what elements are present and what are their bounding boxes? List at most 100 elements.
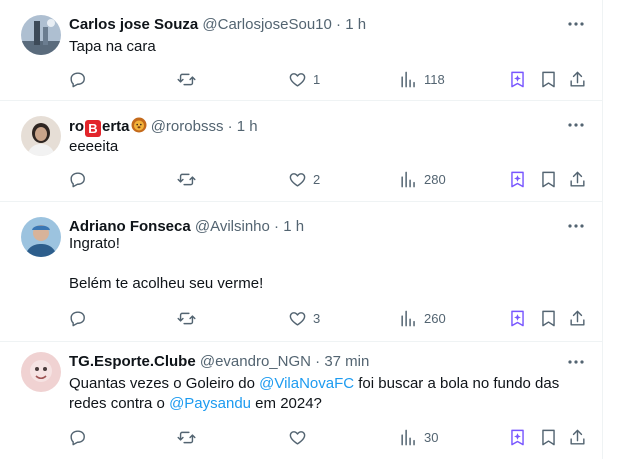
timestamp[interactable]: 37 min (324, 353, 369, 370)
share-button[interactable] (568, 301, 587, 335)
bookmark-button[interactable] (539, 62, 558, 96)
avatar[interactable] (21, 116, 61, 156)
like-count: 1 (313, 71, 321, 87)
repost-button[interactable] (177, 420, 196, 454)
tweet-carlos[interactable]: Carlos jose Souza @CarlosjoseSou10 · 1 h… (0, 0, 603, 101)
grok-icon (511, 310, 524, 326)
user-name-part: ro (69, 118, 84, 135)
reply-icon (70, 71, 85, 87)
grok-icon (511, 71, 524, 87)
reply-button[interactable] (68, 420, 87, 454)
view-count: 30 (424, 429, 439, 445)
views-icon (401, 429, 415, 445)
bookmark-icon (542, 310, 555, 326)
user-name[interactable]: TG.Esporte.Clube (69, 353, 196, 370)
grok-icon (511, 171, 524, 187)
separator: · (331, 16, 346, 33)
views-button[interactable]: 118 (399, 62, 445, 96)
mention-link[interactable]: @Paysandu (169, 395, 251, 412)
text-segment: redes contra o (69, 395, 170, 412)
repost-icon (177, 73, 196, 85)
user-handle[interactable]: @evandro_NGN (200, 353, 311, 370)
repost-icon (177, 431, 196, 443)
grok-button[interactable] (508, 162, 527, 196)
like-button[interactable]: 1 (288, 62, 320, 96)
tweet-adriano[interactable]: Adriano Fonseca @Avilsinho · 1 h Ingrato… (0, 202, 603, 342)
reply-button[interactable] (68, 301, 87, 335)
tweet-text-line: Quantas vezes o Goleiro do @VilaNovaFC f… (69, 374, 589, 394)
share-button[interactable] (568, 162, 587, 196)
repost-button[interactable] (177, 162, 196, 196)
action-bar: 3 260 (60, 301, 600, 335)
view-count: 118 (424, 71, 445, 87)
views-button[interactable]: 260 (399, 301, 446, 335)
timestamp[interactable]: 1 h (345, 16, 366, 33)
grok-icon (511, 429, 524, 445)
user-name[interactable]: Carlos jose Souza (69, 16, 198, 33)
user-handle[interactable]: @Avilsinho (195, 218, 270, 235)
reply-button[interactable] (68, 162, 87, 196)
share-icon (570, 171, 585, 187)
reply-icon (70, 310, 85, 326)
repost-button[interactable] (177, 301, 196, 335)
timestamp[interactable]: 1 h (283, 218, 304, 235)
like-icon (289, 172, 306, 187)
tweet-text: eeeeita (69, 137, 589, 157)
bookmark-icon (542, 171, 555, 187)
timestamp[interactable]: 1 h (237, 118, 258, 135)
like-button[interactable] (288, 420, 307, 454)
user-name[interactable]: ro Berta (69, 117, 147, 137)
like-count: 2 (313, 171, 321, 187)
tweet-text-line: redes contra o @Paysandu em 2024? (69, 394, 589, 414)
separator: · (310, 353, 325, 370)
bookmark-button[interactable] (539, 420, 558, 454)
views-button[interactable]: 30 (399, 420, 438, 454)
bookmark-icon (542, 71, 555, 87)
reply-button[interactable] (68, 62, 87, 96)
share-icon (570, 71, 585, 87)
more-icon[interactable] (566, 14, 586, 34)
mention-link[interactable]: @VilaNovaFC (259, 375, 354, 392)
user-name-part: erta (102, 118, 130, 135)
tweet-header: ro Berta @rorobsss · 1 h (69, 117, 258, 137)
reply-icon (70, 429, 85, 445)
view-count: 260 (424, 310, 446, 326)
user-name[interactable]: Adriano Fonseca (69, 218, 191, 235)
tweet-text-line: eeeeita (69, 138, 119, 155)
separator: · (269, 218, 284, 235)
bookmark-button[interactable] (539, 162, 558, 196)
text-segment: Quantas vezes o Goleiro do (69, 375, 260, 392)
views-button[interactable]: 280 (399, 162, 446, 196)
action-bar: 30 (60, 420, 600, 454)
grok-button[interactable] (508, 420, 527, 454)
tweet-roberta[interactable]: ro Berta @rorobsss · 1 h eeeeita 2 280 (0, 101, 603, 202)
share-button[interactable] (568, 62, 587, 96)
tweet-text: Quantas vezes o Goleiro do @VilaNovaFC f… (69, 374, 589, 414)
like-button[interactable]: 2 (288, 162, 320, 196)
separator: · (223, 118, 237, 135)
share-button[interactable] (568, 420, 587, 454)
avatar[interactable] (21, 15, 61, 55)
user-handle[interactable]: @rorobsss (151, 118, 224, 135)
avatar[interactable] (21, 352, 61, 392)
more-icon[interactable] (566, 115, 586, 135)
tweet-header: TG.Esporte.Clube @evandro_NGN · 37 min (69, 353, 369, 371)
bookmark-button[interactable] (539, 301, 558, 335)
lion-face-icon (131, 117, 147, 133)
more-icon[interactable] (566, 352, 586, 372)
repost-button[interactable] (177, 62, 196, 96)
avatar[interactable] (21, 217, 61, 257)
tweet-text: Tapa na cara (69, 37, 589, 57)
tweet-header: Carlos jose Souza @CarlosjoseSou10 · 1 h (69, 16, 366, 34)
like-button[interactable]: 3 (288, 301, 320, 335)
more-icon[interactable] (566, 216, 586, 236)
grok-button[interactable] (508, 62, 527, 96)
share-icon (570, 429, 585, 445)
tweet-text: Ingrato! Belém te acolheu seu verme! (69, 234, 589, 294)
tweet-tg-esporte[interactable]: TG.Esporte.Clube @evandro_NGN · 37 min Q… (0, 342, 603, 459)
user-handle[interactable]: @CarlosjoseSou10 (202, 16, 331, 33)
grok-button[interactable] (508, 301, 527, 335)
action-bar: 2 280 (60, 162, 600, 196)
tweet-text-line: Ingrato! (69, 235, 120, 252)
like-count: 3 (313, 310, 321, 326)
